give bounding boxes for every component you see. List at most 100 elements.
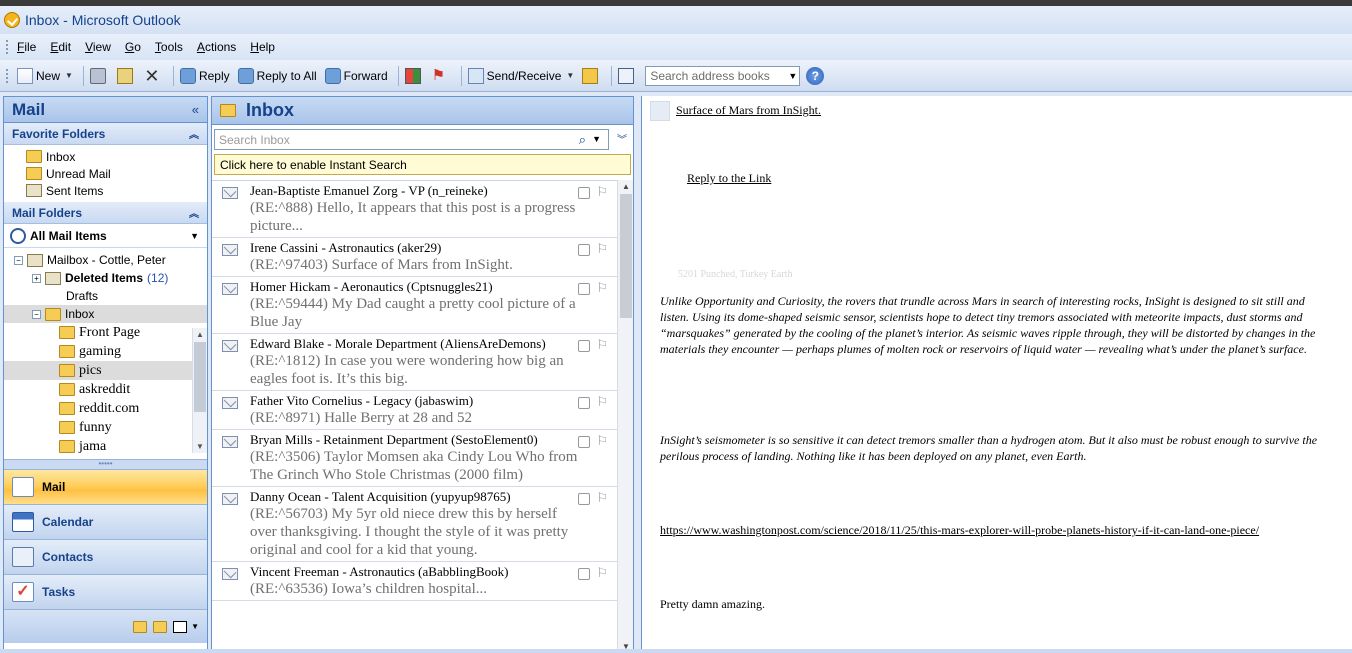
- expand-query-builder-icon[interactable]: ︾: [617, 131, 627, 146]
- chevron-down-icon[interactable]: ▼: [592, 134, 601, 144]
- flag-icon[interactable]: ⚐: [596, 337, 608, 353]
- nav-button-mail[interactable]: Mail: [4, 469, 207, 504]
- notes-icon[interactable]: [133, 620, 148, 633]
- search-inbox-input[interactable]: Search Inbox ⌕ ▼: [214, 129, 609, 150]
- pane-splitter[interactable]: •••••: [4, 459, 207, 469]
- chevron-down-icon[interactable]: ▼: [788, 71, 797, 81]
- category-checkbox[interactable]: [578, 187, 590, 199]
- favorite-item-inbox[interactable]: Inbox: [4, 148, 207, 165]
- message-item[interactable]: Father Vito Cornelius - Legacy (jabaswim…: [212, 391, 618, 430]
- message-item[interactable]: Jean-Baptiste Emanuel Zorg - VP (n_reine…: [212, 181, 618, 238]
- tree-folder-funny[interactable]: funny: [4, 418, 207, 437]
- follow-up-button[interactable]: ⚑: [432, 65, 451, 87]
- menu-file[interactable]: File: [17, 40, 36, 54]
- reply-link[interactable]: Reply to the Link: [687, 171, 771, 186]
- category-checkbox[interactable]: [578, 244, 590, 256]
- chevron-down-icon[interactable]: ▼: [190, 231, 199, 241]
- favorite-item-sent[interactable]: Sent Items: [4, 182, 207, 199]
- folder-list-icon[interactable]: [153, 620, 168, 633]
- new-mail-icon: [17, 67, 33, 84]
- help-icon[interactable]: ?: [806, 66, 825, 85]
- nav-button-calendar[interactable]: Calendar: [4, 504, 207, 539]
- article-url-link[interactable]: https://www.washingtonpost.com/science/2…: [660, 523, 1259, 538]
- category-checkbox[interactable]: [578, 340, 590, 352]
- collapse-tree-icon[interactable]: −: [32, 309, 41, 319]
- category-checkbox[interactable]: [578, 568, 590, 580]
- scrollbar-thumb[interactable]: [194, 342, 206, 412]
- tree-folder-pics[interactable]: pics: [4, 361, 207, 380]
- flag-icon[interactable]: ⚐: [596, 490, 608, 506]
- flag-icon[interactable]: ⚐: [596, 280, 608, 296]
- nav-button-contacts[interactable]: Contacts: [4, 539, 207, 574]
- expand-tree-icon[interactable]: +: [32, 273, 41, 283]
- delete-button[interactable]: ✕: [144, 65, 163, 87]
- menu-tools[interactable]: Tools: [155, 40, 183, 54]
- scroll-down-icon[interactable]: ▼: [196, 442, 204, 451]
- send-receive-button[interactable]: Send/Receive ▼: [467, 65, 574, 87]
- nav-button-tasks[interactable]: ✓ Tasks: [4, 574, 207, 609]
- scrollbar-thumb[interactable]: [620, 194, 632, 318]
- flag-icon[interactable]: ⚐: [596, 241, 608, 257]
- message-item[interactable]: Vincent Freeman - Astronautics (aBabblin…: [212, 562, 618, 601]
- send-receive-dropdown-icon[interactable]: ▼: [566, 71, 574, 80]
- forward-button[interactable]: Forward: [324, 65, 388, 87]
- favorite-item-unread[interactable]: Unread Mail: [4, 165, 207, 182]
- message-item[interactable]: Homer Hickam - Aeronautics (Cptsnuggles2…: [212, 277, 618, 334]
- menu-actions[interactable]: Actions: [197, 40, 236, 54]
- menu-help[interactable]: Help: [250, 40, 275, 54]
- tree-folder-front-page[interactable]: Front Page: [4, 323, 207, 342]
- scroll-up-icon[interactable]: ▲: [622, 182, 630, 191]
- menu-edit[interactable]: Edit: [50, 40, 71, 54]
- tree-drafts[interactable]: Drafts: [4, 287, 207, 305]
- categorize-button[interactable]: [404, 65, 424, 87]
- chevron-up-icon[interactable]: ︽: [189, 205, 199, 220]
- reply-all-button[interactable]: Reply to All: [237, 65, 317, 87]
- all-mail-items-selector[interactable]: All Mail Items ▼: [4, 224, 207, 248]
- chevron-up-icon[interactable]: ︽: [189, 126, 199, 141]
- tree-deleted-items[interactable]: + Deleted Items (12): [4, 269, 207, 287]
- category-checkbox[interactable]: [578, 493, 590, 505]
- move-to-folder-button[interactable]: [116, 65, 136, 87]
- mail-folders-header[interactable]: Mail Folders ︽: [4, 202, 207, 224]
- tree-folder-jama[interactable]: jama: [4, 437, 207, 456]
- tree-inbox[interactable]: − Inbox: [4, 305, 207, 323]
- tree-folder-gaming[interactable]: gaming: [4, 342, 207, 361]
- new-dropdown-icon[interactable]: ▼: [65, 71, 73, 80]
- tree-label: jama: [79, 438, 107, 454]
- enable-instant-search-bar[interactable]: Click here to enable Instant Search: [214, 154, 631, 175]
- category-checkbox[interactable]: [578, 283, 590, 295]
- shortcuts-icon[interactable]: [173, 620, 188, 633]
- menu-go[interactable]: Go: [125, 40, 141, 54]
- tree-mailbox[interactable]: − Mailbox - Cottle, Peter: [4, 251, 207, 269]
- message-list-scrollbar[interactable]: ▲ ▼: [617, 180, 633, 653]
- flag-icon[interactable]: ⚐: [596, 565, 608, 581]
- flag-icon[interactable]: ⚐: [596, 433, 608, 449]
- tree-label: Drafts: [66, 289, 99, 303]
- scroll-up-icon[interactable]: ▲: [196, 330, 204, 339]
- message-item[interactable]: Bryan Mills - Retainment Department (Ses…: [212, 430, 618, 487]
- flag-icon[interactable]: ⚐: [596, 394, 608, 410]
- find-button[interactable]: [582, 65, 601, 87]
- message-item[interactable]: Edward Blake - Morale Department (Aliens…: [212, 334, 618, 391]
- configure-buttons-icon[interactable]: ▼: [191, 622, 199, 631]
- print-button[interactable]: [89, 65, 109, 87]
- folder-tree-scrollbar[interactable]: ▲ ▼: [192, 328, 207, 453]
- post-title-link[interactable]: Surface of Mars from InSight.: [676, 103, 821, 118]
- tree-folder-askreddit[interactable]: askreddit: [4, 380, 207, 399]
- category-checkbox[interactable]: [578, 436, 590, 448]
- collapse-tree-icon[interactable]: −: [14, 255, 23, 265]
- message-item[interactable]: Danny Ocean - Talent Acquisition (yupyup…: [212, 487, 618, 562]
- flag-icon[interactable]: ⚐: [596, 184, 608, 200]
- collapse-pane-icon[interactable]: «: [192, 102, 199, 117]
- menu-view[interactable]: View: [85, 40, 111, 54]
- toolbar-separator: [172, 65, 174, 86]
- new-button[interactable]: New ▼: [17, 65, 73, 87]
- reply-button[interactable]: Reply: [179, 65, 230, 87]
- address-book-button[interactable]: [618, 65, 637, 87]
- message-item[interactable]: Irene Cassini - Astronautics (aker29) (R…: [212, 238, 618, 277]
- search-icon[interactable]: ⌕: [579, 132, 586, 148]
- favorite-folders-header[interactable]: Favorite Folders ︽: [4, 123, 207, 145]
- category-checkbox[interactable]: [578, 397, 590, 409]
- tree-folder-reddit-com[interactable]: reddit.com: [4, 399, 207, 418]
- search-address-books-input[interactable]: Search address books ▼: [645, 65, 801, 86]
